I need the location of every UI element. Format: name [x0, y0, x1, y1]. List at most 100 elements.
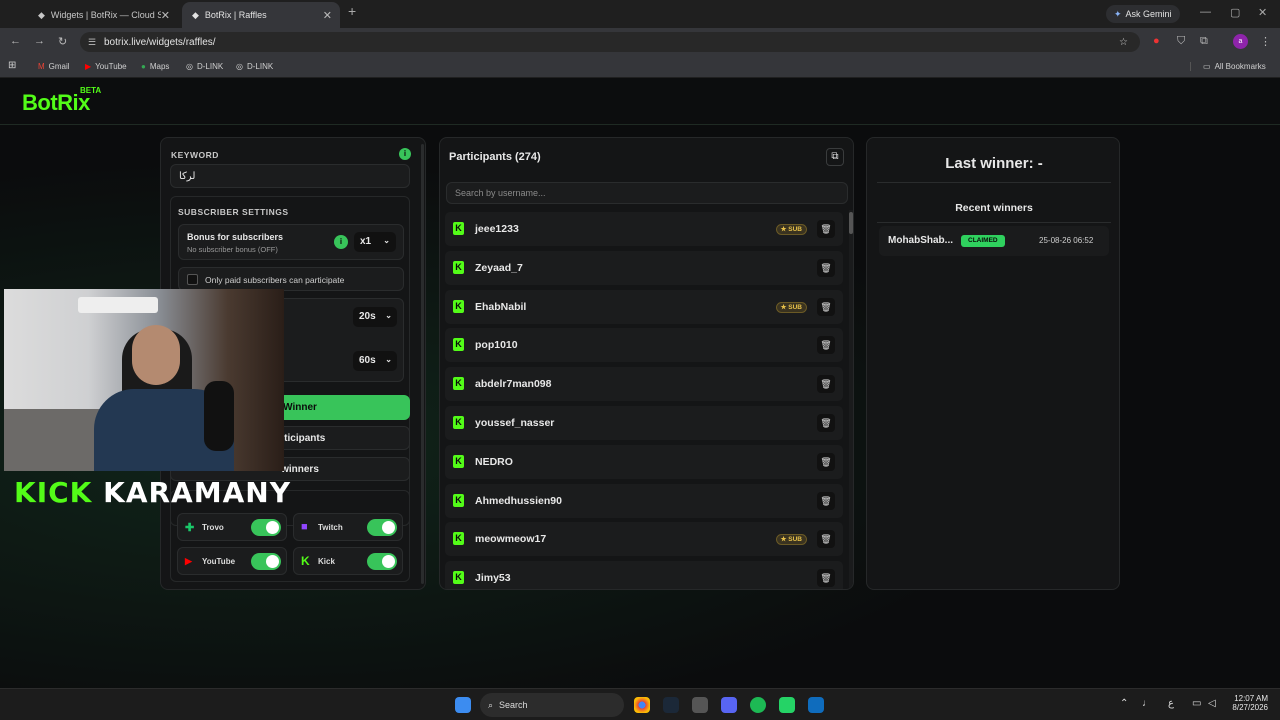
minimize-icon[interactable]: —	[1200, 6, 1211, 18]
folder-icon: ▭	[1203, 62, 1211, 71]
spotify-icon[interactable]	[750, 697, 766, 713]
delete-icon[interactable]: 🗑	[817, 569, 835, 588]
info-icon[interactable]: i	[334, 235, 348, 249]
timer-select-2[interactable]: 60s ⌄	[353, 351, 397, 371]
participants-scrollbar[interactable]	[849, 210, 853, 589]
delete-icon[interactable]: 🗑	[817, 220, 835, 238]
participant-row[interactable]: K EhabNabil ★ SUB 🗑	[445, 289, 843, 324]
volume-icon[interactable]: ◁	[1208, 698, 1216, 709]
delete-icon[interactable]: 🗑	[817, 452, 835, 471]
kick-toggle[interactable]	[367, 553, 397, 570]
site-info-icon: ☰	[88, 36, 97, 47]
sub-badge: ★ SUB	[775, 301, 807, 313]
paid-only-checkbox[interactable]	[187, 274, 198, 285]
outlook-icon[interactable]	[808, 697, 824, 713]
twitch-toggle[interactable]	[367, 519, 397, 536]
bookmark-dlink-2[interactable]: ◎ D-LINK	[236, 62, 273, 71]
extension-icon[interactable]: ●	[1153, 35, 1160, 47]
delete-icon[interactable]: 🗑	[817, 414, 835, 432]
participant-row[interactable]: Kpop1010 🗑	[445, 328, 843, 363]
close-tab-icon[interactable]: ✕	[323, 9, 332, 22]
close-tab-icon[interactable]: ✕	[161, 9, 170, 22]
new-tab-button[interactable]: +	[348, 3, 356, 19]
apps-grid-icon[interactable]: ⊞	[8, 60, 16, 71]
ask-gemini-button[interactable]: ✦ Ask Gemini	[1106, 5, 1180, 23]
delete-icon[interactable]: 🗑	[817, 530, 835, 549]
tab-raffles[interactable]: ◆ BotRix | Raffles ✕	[182, 2, 340, 28]
microphone-icon[interactable]: ♩	[1142, 698, 1152, 709]
participant-name: EhabNabil	[475, 300, 527, 313]
delete-icon[interactable]: 🗑	[817, 375, 835, 394]
bonus-title: Bonus for subscribers	[187, 232, 284, 242]
participant-name: Zeyaad_7	[475, 261, 523, 274]
menu-icon[interactable]: ⋮	[1260, 35, 1271, 48]
language-indicator[interactable]: ع	[1168, 698, 1174, 709]
participant-name: Ahmedhussien90	[475, 494, 562, 507]
delete-icon[interactable]: 🗑	[817, 336, 835, 355]
kick-icon: K	[453, 493, 464, 507]
bonus-for-subscribers-card: Bonus for subscribers No subscriber bonu…	[178, 224, 404, 260]
participant-row[interactable]: Kmeowmeow17 ★ SUB 🗑	[445, 522, 843, 557]
bookmark-gmail[interactable]: M Gmail	[38, 62, 70, 71]
delete-icon[interactable]: 🗑	[817, 297, 835, 316]
shield-icon[interactable]: ⛉	[1177, 35, 1185, 48]
participant-row[interactable]: Kjeee1233 ★ SUB 🗑	[445, 212, 843, 246]
bookmark-dlink-1[interactable]: ◎ D-LINK	[186, 62, 223, 71]
participant-row[interactable]: K Jimy53 🗑	[445, 561, 843, 589]
participant-row[interactable]: Kabdelr7man098 🗑	[445, 367, 843, 402]
botrix-logo[interactable]: BotRix BETA	[22, 86, 101, 116]
participant-row[interactable]: Kyoussef_nasser 🗑	[445, 406, 843, 440]
beta-badge: BETA	[80, 86, 102, 95]
copy-icon[interactable]: ⧉	[826, 148, 844, 166]
chrome-icon[interactable]	[634, 697, 650, 713]
delete-icon[interactable]: 🗑	[817, 491, 835, 510]
tab-widgets[interactable]: ◆ Widgets | BotRix — Cloud Strea ✕	[28, 2, 178, 28]
all-bookmarks[interactable]: ▭ All Bookmarks	[1190, 62, 1266, 71]
maximize-icon[interactable]: ▢	[1230, 6, 1240, 19]
reload-icon[interactable]: ↻	[58, 35, 67, 48]
taskbar-clock[interactable]: 12:07 AM 8/27/2026	[1228, 694, 1268, 712]
whatsapp-icon[interactable]	[779, 697, 795, 713]
participant-row[interactable]: K Ahmedhussien90 🗑	[445, 483, 843, 518]
scrollbar-thumb[interactable]	[849, 212, 853, 234]
address-bar[interactable]: ☰ botrix.live/widgets/raffles/ ☆	[80, 32, 1140, 52]
trovo-toggle[interactable]	[251, 519, 281, 536]
app-icon[interactable]	[692, 697, 708, 713]
youtube-toggle[interactable]	[251, 553, 281, 570]
bookmark-maps[interactable]: ● Maps	[141, 62, 169, 71]
keyword-input[interactable]: لركا	[170, 164, 410, 188]
participant-name: meowmeow17	[475, 533, 547, 546]
profile-avatar[interactable]: a	[1233, 34, 1248, 49]
windows-taskbar: ⌕ Search ⌃ ♩ ع ▭ ◁ 12:07 AM 8/27/2026	[0, 688, 1280, 720]
windows-start-icon[interactable]	[455, 697, 471, 713]
steam-icon[interactable]	[663, 697, 679, 713]
youtube-icon: ▶	[185, 556, 192, 566]
taskbar-search-box[interactable]: ⌕ Search	[480, 693, 624, 717]
recent-winner-row[interactable]: MohabShab... CLAIMED 25-08-26 06:52	[879, 226, 1109, 256]
discord-icon[interactable]	[721, 697, 737, 713]
kick-icon: K	[453, 299, 464, 313]
bonus-multiplier-select[interactable]: x1 ⌄	[354, 232, 396, 252]
paid-only-row[interactable]: Only paid subscribers can participate	[178, 267, 404, 291]
participant-row[interactable]: K Zeyaad_7 🗑	[445, 250, 843, 285]
bookmark-youtube[interactable]: ▶ YouTube	[85, 62, 127, 71]
participants-list: Kjeee1233 ★ SUB 🗑 K Zeyaad_7 🗑 K EhabNabil ★ SUB…	[440, 212, 853, 589]
settings-scrollbar[interactable]	[421, 144, 424, 584]
tray-chevron-icon[interactable]: ⌃	[1120, 698, 1128, 709]
globe-icon: ◎	[186, 62, 193, 71]
close-window-icon[interactable]: ✕	[1258, 6, 1267, 19]
bookmark-star-icon[interactable]: ☆	[1119, 37, 1128, 48]
timer-select-1[interactable]: 20s ⌄	[353, 307, 397, 327]
info-icon[interactable]: i	[399, 148, 411, 160]
extensions-puzzle-icon[interactable]: ⧉	[1200, 35, 1208, 48]
participant-search-input[interactable]: Search by username...	[446, 182, 848, 204]
delete-icon[interactable]: 🗑	[817, 258, 835, 277]
claimed-badge: CLAIMED	[961, 235, 1005, 247]
participant-name: abdelr7man098	[475, 378, 552, 391]
streamer-karamany-text: KARAMANY	[103, 476, 291, 509]
back-icon[interactable]: ←	[10, 35, 21, 47]
network-icon[interactable]: ▭	[1192, 698, 1201, 709]
subscriber-settings-label: SUBSCRIBER SETTINGS	[178, 207, 289, 217]
forward-icon[interactable]: →	[34, 35, 45, 47]
participant-row[interactable]: K NEDRO 🗑	[445, 444, 843, 479]
